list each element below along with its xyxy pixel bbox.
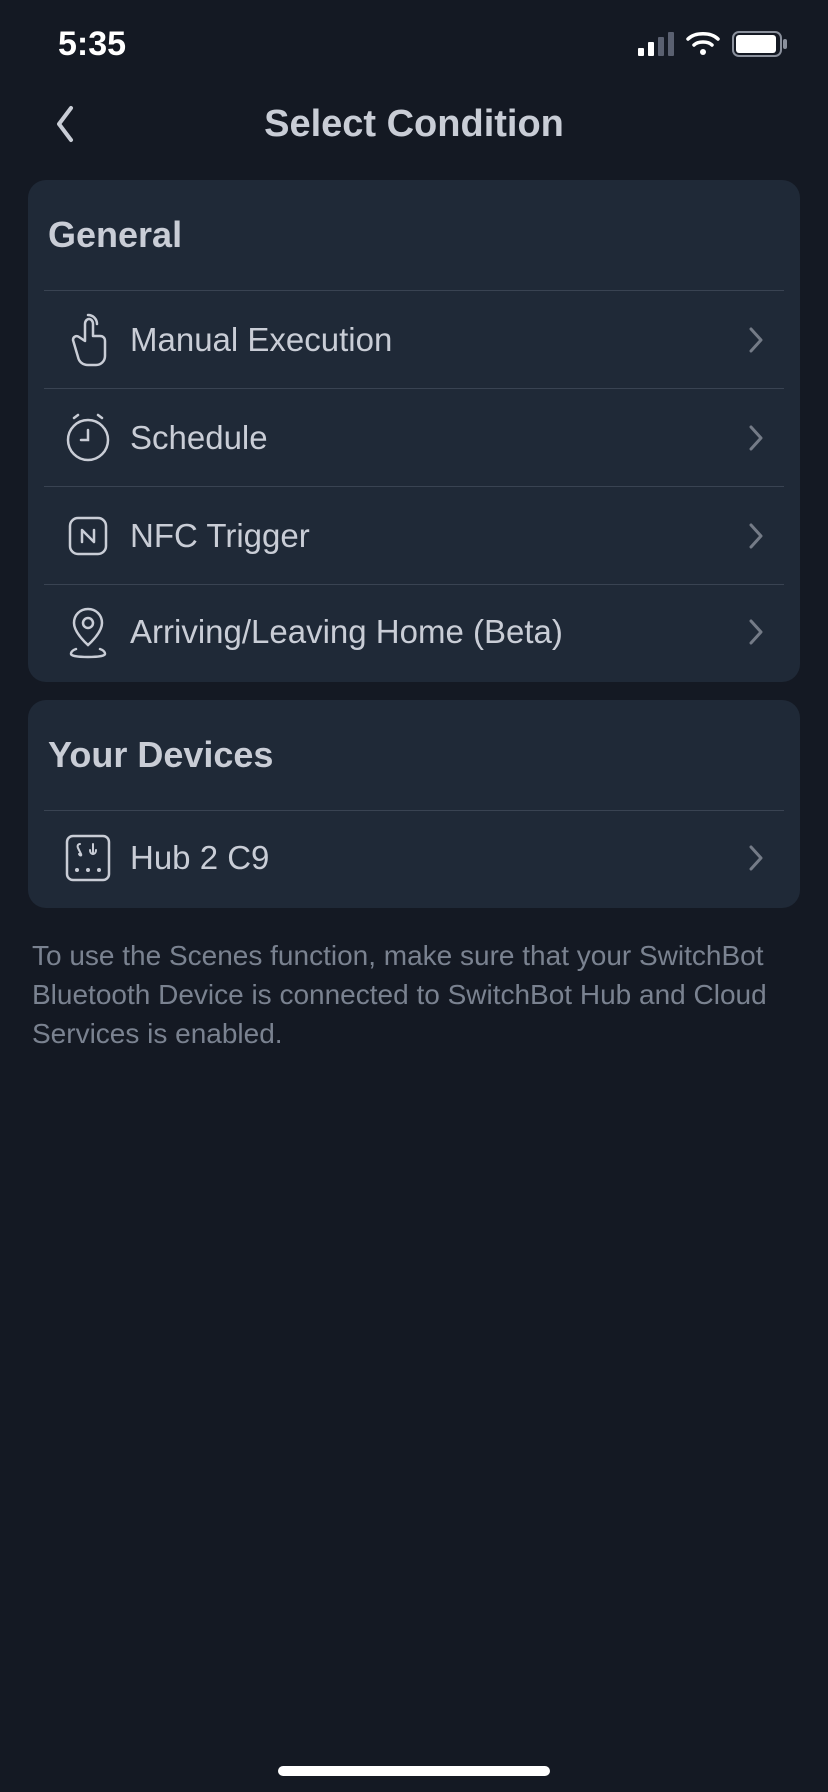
chevron-right-icon	[748, 424, 764, 452]
footer-text: To use the Scenes function, make sure th…	[28, 926, 800, 1054]
chevron-right-icon	[748, 522, 764, 550]
general-header: General	[28, 180, 800, 290]
row-label: Manual Execution	[122, 321, 748, 359]
chevron-right-icon	[748, 844, 764, 872]
row-arriving-leaving[interactable]: Arriving/Leaving Home (Beta)	[44, 584, 784, 682]
chevron-left-icon	[53, 104, 77, 144]
chevron-right-icon	[748, 326, 764, 354]
home-indicator[interactable]	[278, 1766, 550, 1776]
general-card: General Manual Execution	[28, 180, 800, 682]
battery-icon	[732, 31, 788, 57]
devices-header: Your Devices	[28, 700, 800, 810]
row-manual-execution[interactable]: Manual Execution	[44, 290, 784, 388]
location-icon	[54, 605, 122, 659]
nav-bar: Select Condition	[0, 88, 828, 160]
schedule-icon	[54, 412, 122, 464]
hub-icon	[54, 832, 122, 884]
row-label: Arriving/Leaving Home (Beta)	[122, 613, 748, 651]
chevron-right-icon	[748, 618, 764, 646]
nfc-icon	[54, 514, 122, 558]
status-time: 5:35	[58, 25, 126, 64]
wifi-icon	[686, 32, 720, 56]
status-bar: 5:35	[0, 0, 828, 88]
back-button[interactable]	[40, 99, 90, 149]
devices-card: Your Devices Hub 2 C9	[28, 700, 800, 908]
row-label: NFC Trigger	[122, 517, 748, 555]
content: General Manual Execution	[0, 160, 828, 1054]
status-icons	[638, 31, 788, 57]
row-label: Hub 2 C9	[122, 839, 748, 877]
page-title: Select Condition	[264, 103, 564, 146]
cellular-icon	[638, 32, 674, 56]
row-nfc-trigger[interactable]: NFC Trigger	[44, 486, 784, 584]
manual-execution-icon	[54, 313, 122, 367]
row-hub2[interactable]: Hub 2 C9	[44, 810, 784, 908]
row-label: Schedule	[122, 419, 748, 457]
row-schedule[interactable]: Schedule	[44, 388, 784, 486]
